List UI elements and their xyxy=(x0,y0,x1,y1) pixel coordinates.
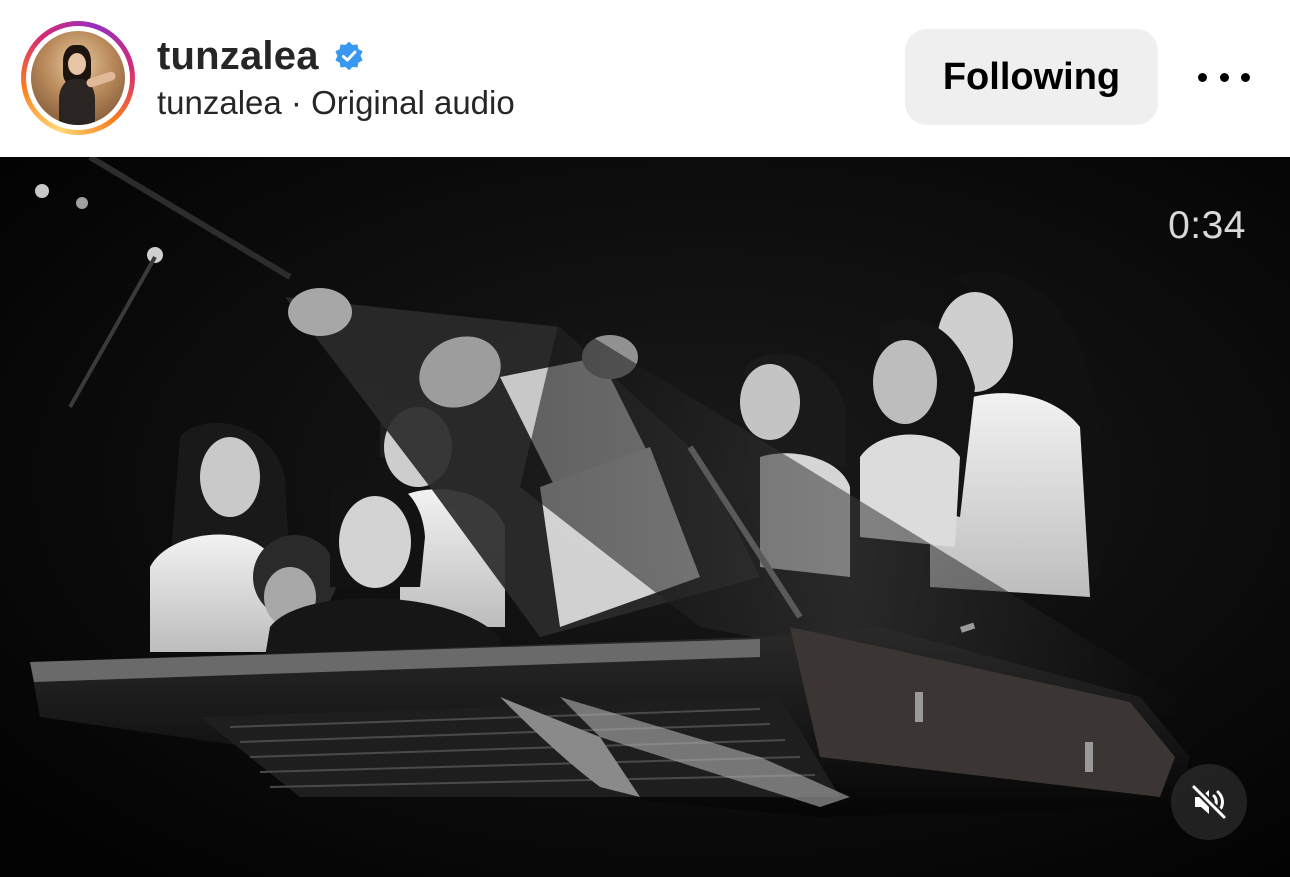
story-ring[interactable] xyxy=(21,21,135,135)
username-link[interactable]: tunzalea xyxy=(157,34,319,79)
more-options-icon[interactable] xyxy=(1192,56,1256,98)
verified-badge-icon xyxy=(335,41,363,71)
following-button[interactable]: Following xyxy=(905,29,1158,125)
reel-video[interactable]: 0:34 xyxy=(0,157,1290,877)
mute-toggle-button[interactable] xyxy=(1171,764,1247,840)
post-header: tunzalea tunzalea · Original audio Follo… xyxy=(0,0,1290,157)
reel-post: tunzalea tunzalea · Original audio Follo… xyxy=(0,0,1290,877)
speaker-muted-icon xyxy=(1190,783,1228,821)
video-frame xyxy=(0,157,1290,877)
avatar[interactable] xyxy=(31,31,125,125)
video-timestamp: 0:34 xyxy=(1168,204,1246,247)
audio-link[interactable]: tunzalea · Original audio xyxy=(157,84,515,122)
username-row: tunzalea xyxy=(157,32,365,80)
